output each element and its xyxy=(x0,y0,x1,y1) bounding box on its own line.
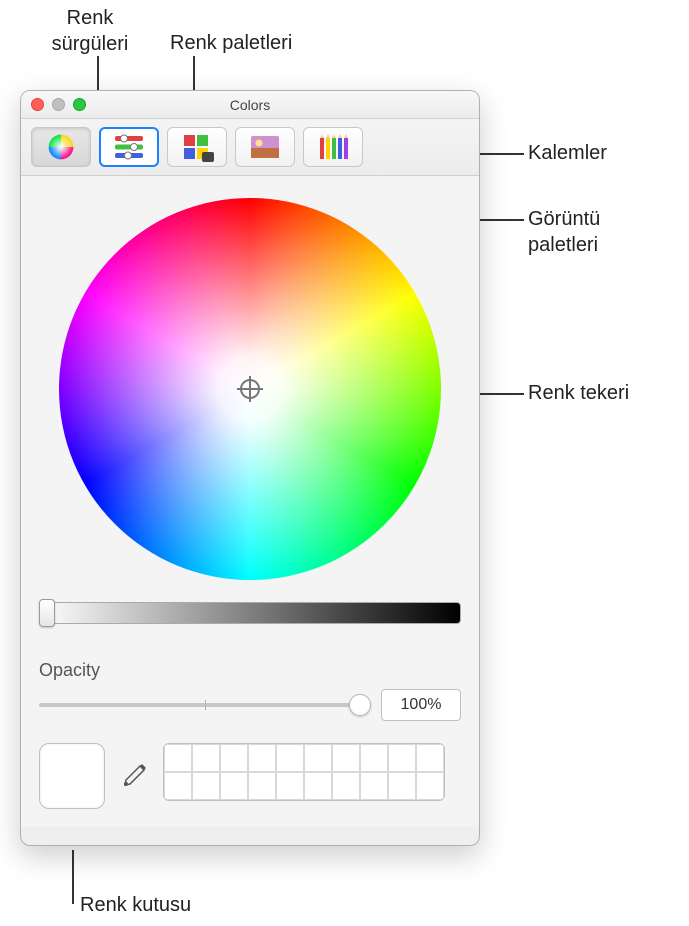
swatch[interactable] xyxy=(164,772,192,800)
callout-image-palettes: Görüntü paletleri xyxy=(528,206,668,258)
swatch[interactable] xyxy=(276,744,304,772)
swatch[interactable] xyxy=(416,772,444,800)
color-wheel-tab[interactable] xyxy=(31,127,91,167)
titlebar: Colors xyxy=(21,91,479,119)
opacity-thumb[interactable] xyxy=(349,694,371,716)
sliders-icon xyxy=(112,132,146,162)
pencils-icon xyxy=(316,132,350,162)
swatch[interactable] xyxy=(220,772,248,800)
color-sliders-tab[interactable] xyxy=(99,127,159,167)
swatch[interactable] xyxy=(360,744,388,772)
color-wheel-icon xyxy=(44,132,78,162)
toolbar xyxy=(21,119,479,176)
callout-sliders: Renk sürgüleri xyxy=(40,5,140,57)
brightness-slider[interactable] xyxy=(39,602,461,632)
opacity-label: Opacity xyxy=(39,660,461,681)
swatch[interactable] xyxy=(192,744,220,772)
opacity-section: Opacity xyxy=(39,660,461,721)
swatch[interactable] xyxy=(332,772,360,800)
callout-line xyxy=(72,850,74,904)
swatch[interactable] xyxy=(164,744,192,772)
image-icon xyxy=(248,132,282,162)
callout-wheel: Renk tekeri xyxy=(528,380,629,406)
swatch[interactable] xyxy=(276,772,304,800)
eyedropper-button[interactable] xyxy=(117,759,151,793)
traffic-lights xyxy=(31,98,86,111)
opacity-field[interactable] xyxy=(381,689,461,721)
eyedropper-icon xyxy=(120,762,148,790)
opacity-slider[interactable] xyxy=(39,695,371,715)
swatch[interactable] xyxy=(248,772,276,800)
palettes-icon xyxy=(180,132,214,162)
image-palettes-tab[interactable] xyxy=(235,127,295,167)
body-area: Opacity xyxy=(21,176,479,827)
callout-pencils: Kalemler xyxy=(528,140,607,166)
swatch[interactable] xyxy=(220,744,248,772)
callout-well: Renk kutusu xyxy=(80,892,191,918)
colors-window: Colors xyxy=(20,90,480,846)
minimize-button[interactable] xyxy=(52,98,65,111)
swatch[interactable] xyxy=(304,772,332,800)
window-title: Colors xyxy=(31,97,469,113)
swatch[interactable] xyxy=(388,744,416,772)
swatch[interactable] xyxy=(416,744,444,772)
callout-palettes: Renk paletleri xyxy=(170,30,292,56)
swatch[interactable] xyxy=(192,772,220,800)
color-well[interactable] xyxy=(39,743,105,809)
swatch[interactable] xyxy=(360,772,388,800)
brightness-track xyxy=(39,602,461,624)
swatch[interactable] xyxy=(332,744,360,772)
close-button[interactable] xyxy=(31,98,44,111)
pencils-tab[interactable] xyxy=(303,127,363,167)
swatch-grid xyxy=(163,743,445,801)
swatch[interactable] xyxy=(248,744,276,772)
swatch[interactable] xyxy=(304,744,332,772)
opacity-tick xyxy=(205,700,206,710)
bottom-row xyxy=(39,743,461,809)
zoom-button[interactable] xyxy=(73,98,86,111)
brightness-thumb[interactable] xyxy=(39,599,55,627)
wheel-crosshair[interactable] xyxy=(240,379,260,399)
color-wheel[interactable] xyxy=(59,198,441,580)
swatch[interactable] xyxy=(388,772,416,800)
color-palettes-tab[interactable] xyxy=(167,127,227,167)
